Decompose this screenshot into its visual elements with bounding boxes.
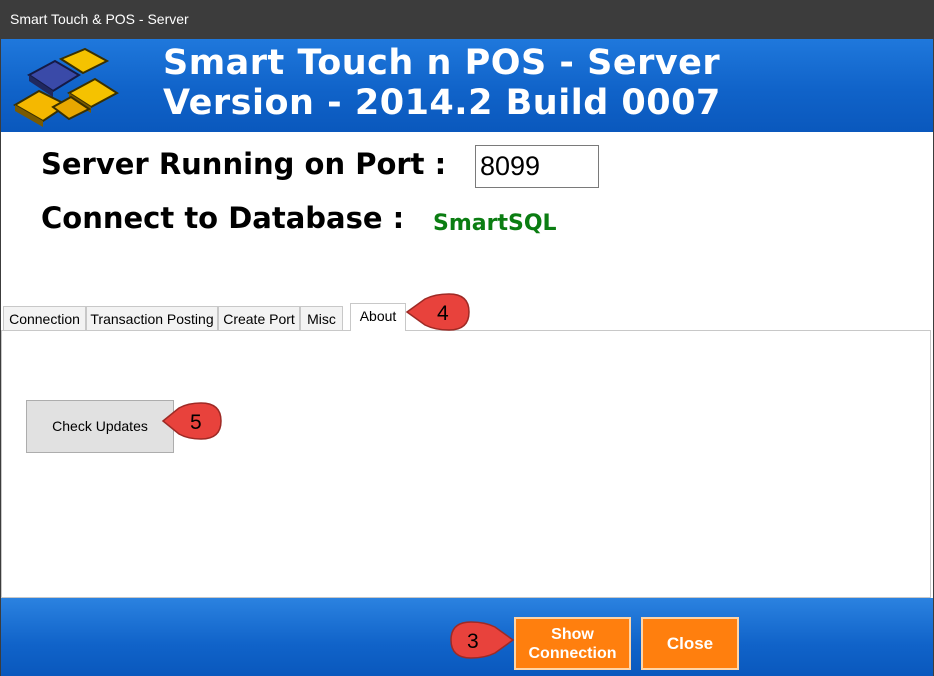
tab-about[interactable]: About: [350, 303, 406, 331]
header-version: Version - 2014.2 Build 0007: [163, 83, 721, 123]
tab-transaction-posting[interactable]: Transaction Posting: [86, 306, 218, 330]
tab-misc[interactable]: Misc: [300, 306, 343, 330]
window-title: Smart Touch & POS - Server: [10, 11, 189, 27]
show-connection-button[interactable]: Show Connection: [514, 617, 631, 670]
header-banner: Smart Touch n POS - Server Version - 201…: [1, 39, 933, 132]
callout-4-number: 4: [437, 302, 449, 325]
app-logo-icon: [13, 47, 119, 127]
database-value: SmartSQL: [433, 211, 557, 236]
port-label: Server Running on Port :: [41, 147, 447, 181]
callout-5-number: 5: [190, 411, 202, 434]
database-label: Connect to Database :: [41, 201, 405, 235]
header-title: Smart Touch n POS - Server: [163, 43, 721, 83]
main-window: Smart Touch n POS - Server Version - 201…: [0, 39, 934, 676]
close-button[interactable]: Close: [641, 617, 739, 670]
tab-create-port[interactable]: Create Port: [218, 306, 300, 330]
callout-3-marker: [450, 621, 515, 659]
port-field[interactable]: 8099: [475, 145, 599, 188]
show-connection-label-line2: Connection: [528, 644, 617, 662]
window-titlebar: Smart Touch & POS - Server: [0, 0, 934, 39]
about-tab-panel: Check Updates: [1, 330, 931, 598]
tab-connection[interactable]: Connection: [3, 306, 86, 330]
check-updates-button[interactable]: Check Updates: [26, 400, 174, 453]
callout-3-number: 3: [467, 630, 479, 653]
show-connection-label-line1: Show: [551, 625, 594, 643]
